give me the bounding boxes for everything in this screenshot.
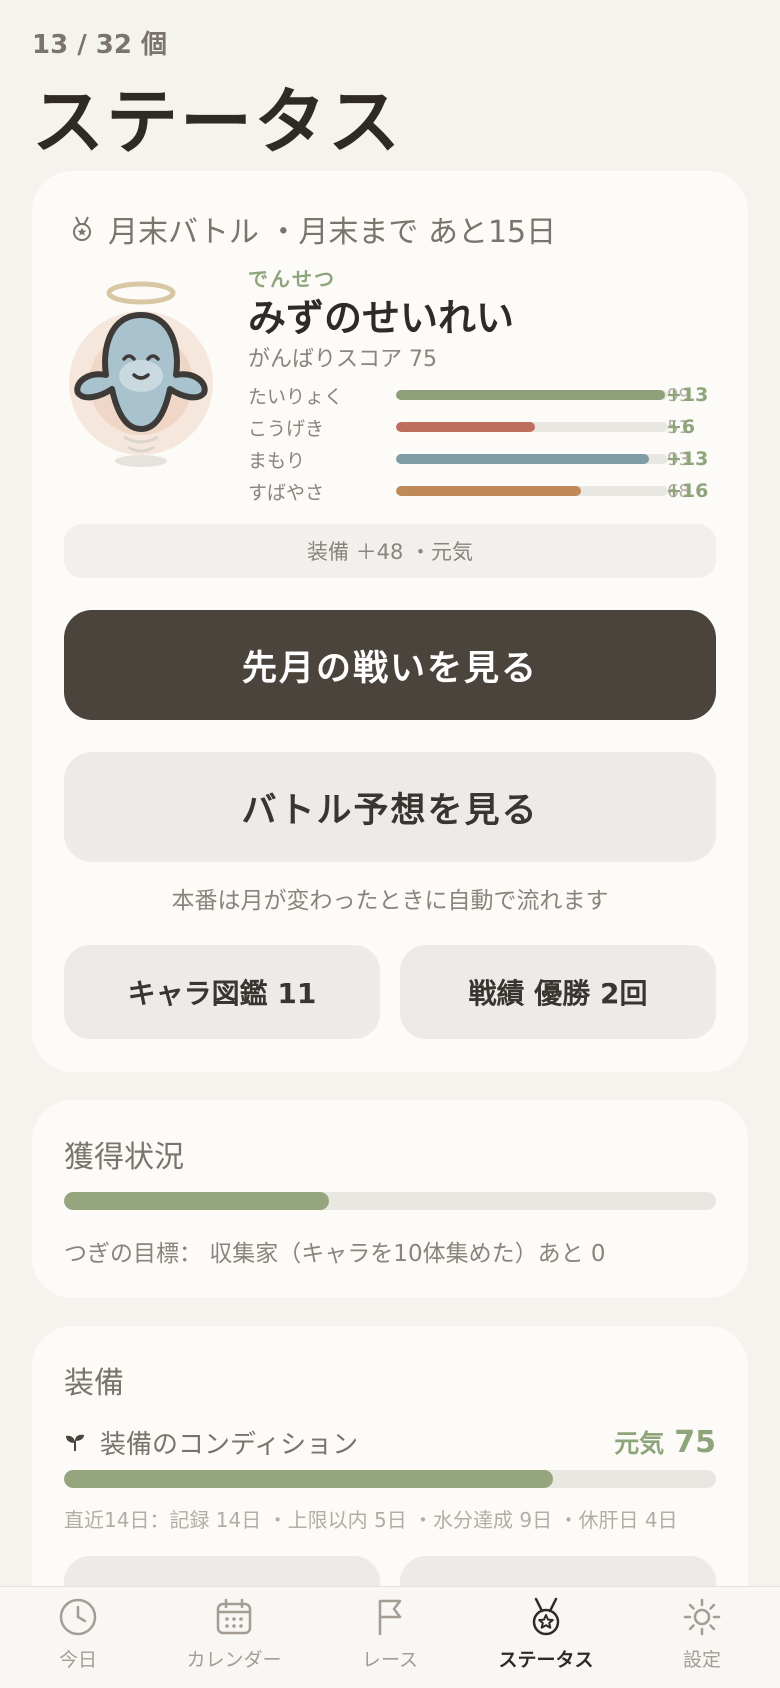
flag-icon (378, 1599, 402, 1635)
stat-bar-fill (396, 454, 649, 464)
calendar-icon (216, 1598, 252, 1635)
stat-row-speed: すばやさ 68 +16 (248, 475, 718, 507)
character-encyclopedia-button[interactable]: キャラ図鑑 11 (64, 945, 380, 1039)
next-goal-text: つぎの目標： 収集家（キャラを10体集めた）あと 0 (64, 1241, 606, 1267)
equipment-condition-row: 装備のコンディション 元気 75 (64, 1422, 716, 1462)
achievement-progress-bar (64, 1192, 716, 1210)
stat-bar-fill (396, 390, 666, 400)
achievement-progress-fill (64, 1192, 329, 1210)
stat-label: まもり (248, 449, 306, 472)
battle-card: 月末バトル ・月末まで あと15日 でんせつ みずのせいれい がんばりスコア 7… (32, 171, 748, 1072)
condition-progress-bar (64, 1470, 716, 1488)
condition-score: 75 (674, 1425, 716, 1460)
tab-race[interactable]: レース (312, 1587, 468, 1688)
tab-label: カレンダー (186, 1649, 282, 1671)
tab-label: ステータス (498, 1649, 594, 1671)
stat-bar (396, 454, 668, 464)
stat-label: たいりょく (248, 385, 344, 408)
stat-row-stamina: たいりょく 99 +13 (248, 379, 718, 411)
stat-bonus: +16 (666, 480, 709, 502)
tab-status[interactable]: ステータス (468, 1587, 624, 1688)
tab-calendar[interactable]: カレンダー (156, 1587, 312, 1688)
equipment-condition-label: 装備のコンディション (100, 1429, 359, 1460)
stat-bar-fill (396, 422, 535, 432)
stat-bonus: +13 (666, 384, 709, 406)
medal-icon (73, 216, 91, 241)
stat-list: たいりょく 99 +13 こうげき 51 +6 まもり 93 +13 すばやさ … (248, 379, 718, 507)
stat-row-defense: まもり 93 +13 (248, 443, 718, 475)
stat-bonus: +13 (666, 448, 709, 470)
battle-record-button[interactable]: 戦績 優勝 2回 (400, 945, 716, 1039)
view-battle-forecast-button[interactable]: バトル予想を見る (64, 752, 716, 862)
equipment-condition-value: 元気 75 (614, 1424, 716, 1460)
stat-row-attack: こうげき 51 +6 (248, 411, 718, 443)
tab-label: レース (361, 1649, 419, 1671)
achievement-title: 獲得状況 (64, 1140, 184, 1175)
stat-label: すばやさ (248, 481, 325, 504)
stat-bar-fill (396, 486, 581, 496)
recent-14-days-stats: 直近14日：記録 14日 ・上限以内 5日 ・水分達成 9日 ・休肝日 4日 (64, 1508, 678, 1532)
condition-progress-fill (64, 1470, 553, 1488)
battle-heading: 月末バトル ・月末まで あと15日 (70, 207, 556, 251)
tab-label: 今日 (58, 1649, 97, 1671)
stat-label: こうげき (248, 417, 325, 440)
collection-count: 13 / 32 個 (32, 30, 168, 60)
view-last-month-battle-button[interactable]: 先月の戦いを見る (64, 610, 716, 720)
equipment-title: 装備 (64, 1366, 124, 1401)
tab-settings[interactable]: 設定 (624, 1587, 780, 1688)
stat-bar (396, 390, 668, 400)
water-spirit-character-image (69, 281, 213, 467)
condition-status-word: 元気 (614, 1429, 665, 1458)
equipment-summary: 装備 ＋48 ・元気 (64, 524, 716, 578)
tab-today[interactable]: 今日 (0, 1587, 156, 1688)
stat-bonus: +6 (666, 416, 696, 438)
sprout-icon (66, 1434, 84, 1451)
medal-icon (532, 1597, 560, 1636)
tab-label: 設定 (682, 1649, 721, 1671)
gear-icon (683, 1598, 721, 1636)
achievement-card: 獲得状況 つぎの目標： 収集家（キャラを10体集めた）あと 0 (32, 1100, 748, 1298)
battle-note: 本番は月が変わったときに自動で流れます (171, 888, 609, 914)
tab-bar: 今日 カレンダー レース ステータス 設定 (0, 1586, 780, 1688)
stat-bar (396, 486, 668, 496)
effort-score: がんばりスコア 75 (248, 347, 437, 372)
page-title: ステータス (32, 80, 403, 164)
page-header: 13 / 32 個 ステータス (32, 24, 402, 168)
stat-bar (396, 422, 668, 432)
clock-icon (59, 1598, 97, 1636)
battle-countdown: 月末バトル ・月末まで あと15日 (108, 215, 557, 250)
character-name: みずのせいれい (248, 296, 515, 340)
